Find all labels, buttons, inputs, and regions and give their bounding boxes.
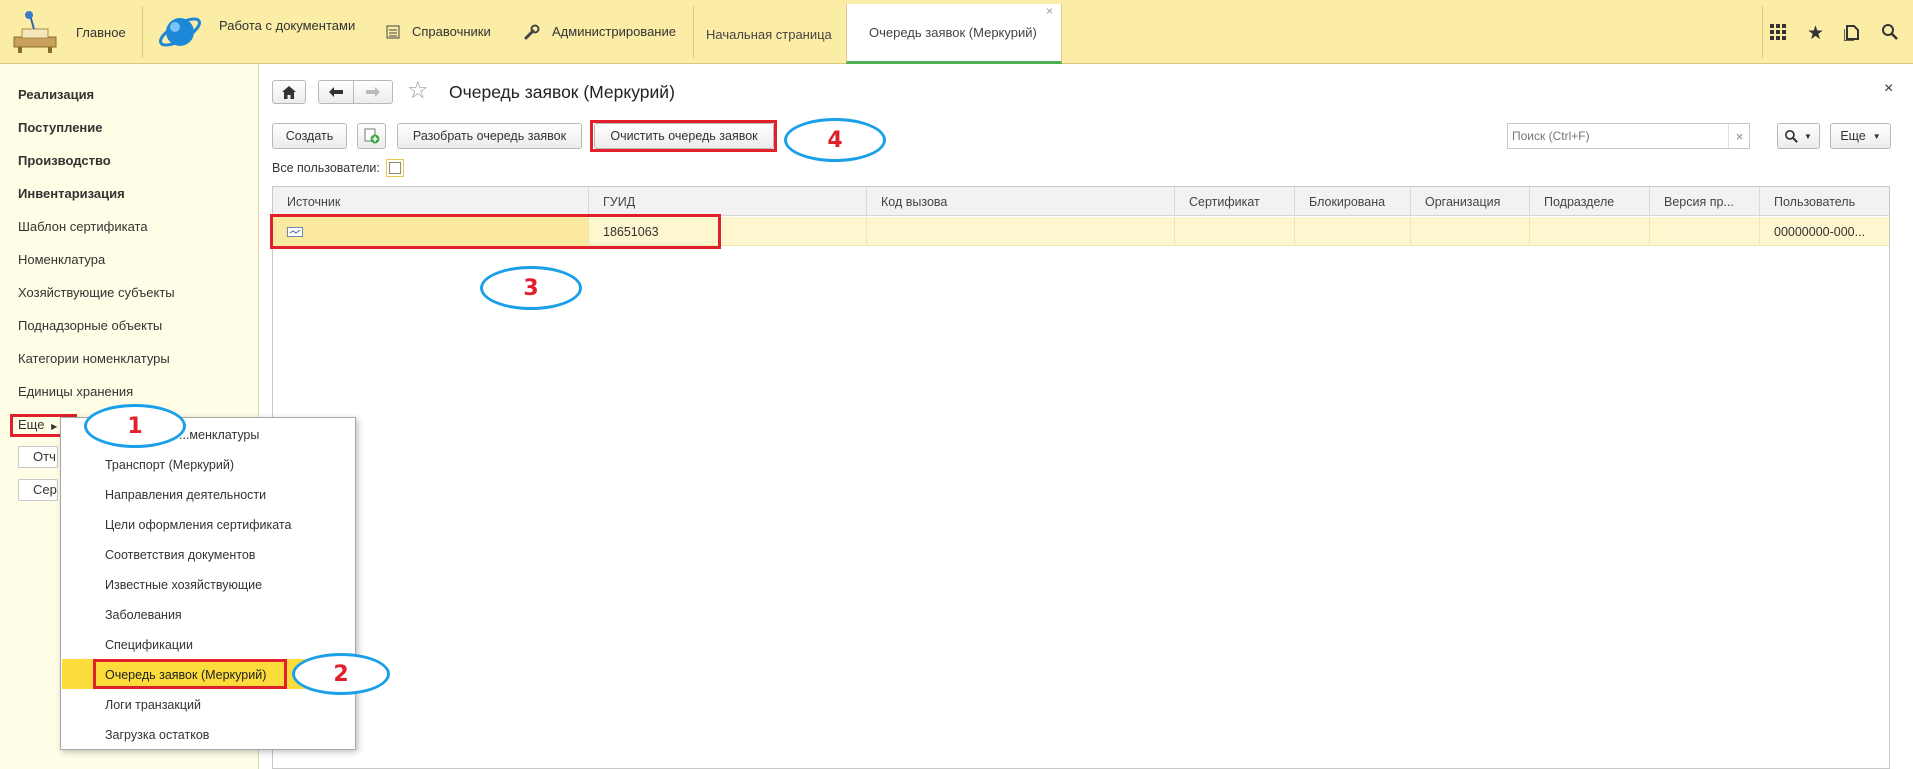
table-cell-certificate[interactable]: [1175, 217, 1295, 246]
column-header-source[interactable]: Источник: [273, 187, 589, 216]
chevron-down-icon: ▼: [1804, 131, 1812, 141]
add-copy-icon: [364, 128, 379, 144]
home-icon: [282, 85, 296, 99]
divider: [1762, 6, 1763, 58]
popup-item-known-entities[interactable]: Известные хозяйствующие: [105, 578, 262, 592]
search-options-button[interactable]: ▼: [1777, 123, 1820, 149]
column-header-certificate[interactable]: Сертификат: [1175, 187, 1295, 216]
popup-item-diseases[interactable]: Заболевания: [105, 608, 182, 622]
apps-grid-icon[interactable]: [1770, 24, 1786, 43]
table-cell-version[interactable]: [1650, 217, 1760, 246]
sidebar-item-business-entities[interactable]: Хозяйствующие субъекты: [18, 285, 175, 300]
refs-section-label: Справочники: [412, 23, 491, 39]
back-button[interactable]: [318, 80, 354, 104]
popup-item-transaction-logs[interactable]: Логи транзакций: [105, 698, 201, 712]
popup-item-nomenclature[interactable]: ...менклатуры: [179, 428, 259, 442]
create-button[interactable]: Создать: [272, 123, 347, 149]
all-users-checkbox[interactable]: [386, 159, 404, 177]
sidebar-item-receipt[interactable]: Поступление: [18, 120, 103, 135]
home-button[interactable]: [272, 80, 306, 104]
annotation-oval-1: 1: [84, 404, 186, 448]
table-cell-call-code[interactable]: [867, 217, 1175, 246]
tab-mercury-queue[interactable]: Очередь заявок (Меркурий) ×: [846, 4, 1062, 64]
home-desk-icon: [13, 11, 57, 53]
favorite-star-icon[interactable]: ☆: [407, 78, 429, 104]
main-section-label: Главное: [76, 24, 126, 40]
sidebar-item-nomenclature-categories[interactable]: Категории номенклатуры: [18, 351, 170, 366]
sidebar-item-production[interactable]: Производство: [18, 153, 111, 168]
docs-section-button[interactable]: Работа с документами: [155, 0, 365, 64]
column-header-user[interactable]: Пользователь: [1760, 187, 1889, 216]
add-copy-button[interactable]: [357, 123, 386, 149]
tab-mercury-queue-label: Очередь заявок (Меркурий): [869, 25, 1037, 40]
annotation-box-clear: [590, 120, 777, 152]
wrench-icon: [524, 24, 540, 40]
popup-item-document-mapping[interactable]: Соответствия документов: [105, 548, 255, 562]
list-icon: [386, 25, 400, 39]
column-header-organization[interactable]: Организация: [1411, 187, 1530, 216]
divider: [142, 6, 143, 58]
forward-arrow-icon: [366, 87, 380, 97]
popup-item-certificate-purposes[interactable]: Цели оформления сертификата: [105, 518, 291, 532]
annotation-box-row: [270, 214, 721, 249]
reports-button[interactable]: Отч: [18, 446, 58, 468]
sidebar-item-supervised-objects[interactable]: Поднадзорные объекты: [18, 318, 162, 333]
annotation-oval-3: 3: [480, 266, 582, 310]
page-title: Очередь заявок (Меркурий): [449, 82, 675, 102]
admin-section-button[interactable]: Администрирование: [524, 0, 684, 64]
parse-queue-button[interactable]: Разобрать очередь заявок: [397, 123, 582, 149]
column-header-guid[interactable]: ГУИД: [589, 187, 867, 216]
top-bar: Главное Работа с документами Справочники…: [0, 0, 1913, 64]
main-section-button[interactable]: Главное: [8, 0, 138, 64]
star-icon[interactable]: ★: [1807, 22, 1824, 45]
search-input[interactable]: [1510, 126, 1724, 146]
column-header-call-code[interactable]: Код вызова: [867, 187, 1175, 216]
search-icon[interactable]: [1882, 24, 1898, 43]
sidebar-item-inventory[interactable]: Инвентаризация: [18, 186, 125, 201]
history-icon[interactable]: [1843, 24, 1860, 44]
column-header-department[interactable]: Подразделе: [1530, 187, 1650, 216]
search-icon: [1785, 129, 1798, 143]
table-cell-user[interactable]: 00000000-000...: [1760, 217, 1889, 246]
annotation-oval-2: 2: [292, 653, 390, 695]
table-cell-organization[interactable]: [1411, 217, 1530, 246]
annotation-oval-4: 4: [784, 118, 886, 162]
refs-section-button[interactable]: Справочники: [386, 0, 506, 64]
back-arrow-icon: [329, 87, 343, 97]
more-actions-label: Еще: [1840, 129, 1866, 143]
annotation-box-queue: [93, 659, 287, 689]
sidebar-item-sales[interactable]: Реализация: [18, 87, 94, 102]
table-cell-blocked[interactable]: [1295, 217, 1411, 246]
chevron-down-icon: ▼: [1872, 131, 1881, 141]
close-icon[interactable]: ×: [1884, 80, 1893, 98]
search-clear-icon[interactable]: ×: [1728, 124, 1750, 148]
all-users-label: Все пользователи:: [272, 161, 380, 175]
planet-logo-icon: [159, 17, 201, 47]
column-header-blocked[interactable]: Блокирована: [1295, 187, 1411, 216]
more-actions-button[interactable]: Еще ▼: [1830, 123, 1891, 149]
popup-item-activity-directions[interactable]: Направления деятельности: [105, 488, 266, 502]
popup-item-specifications[interactable]: Спецификации: [105, 638, 193, 652]
popup-item-transport[interactable]: Транспорт (Меркурий): [105, 458, 234, 472]
column-header-version[interactable]: Версия пр...: [1650, 187, 1760, 216]
forward-button[interactable]: [353, 80, 393, 104]
more-popup-menu: ...менклатуры Транспорт (Меркурий) Напра…: [60, 417, 356, 750]
service-button[interactable]: Серв: [18, 479, 58, 501]
tab-start-page-label: Начальная страница: [706, 26, 832, 42]
tab-close-icon[interactable]: ×: [1046, 4, 1053, 18]
search-box: ×: [1507, 123, 1750, 149]
sidebar-item-nomenclature[interactable]: Номенклатура: [18, 252, 105, 267]
tab-start-page[interactable]: Начальная страница: [694, 4, 846, 64]
docs-section-label: Работа с документами: [219, 17, 356, 33]
checkbox-icon: [389, 162, 401, 174]
table-cell-department[interactable]: [1530, 217, 1650, 246]
popup-item-load-balances[interactable]: Загрузка остатков: [105, 728, 209, 742]
sidebar-item-certificate-template[interactable]: Шаблон сертификата: [18, 219, 148, 234]
admin-section-label: Администрирование: [552, 23, 676, 39]
sidebar-item-storage-units[interactable]: Единицы хранения: [18, 384, 133, 399]
